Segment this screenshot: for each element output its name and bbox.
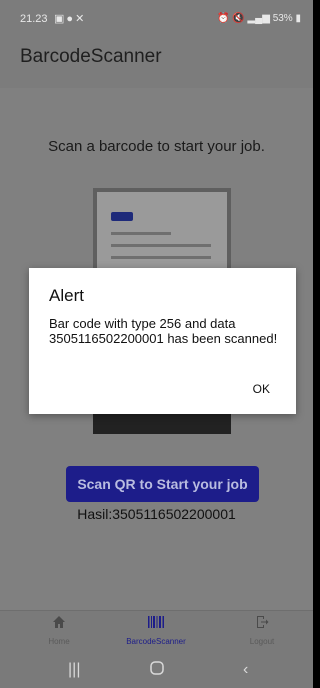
battery-percent: 53%	[272, 13, 293, 24]
bottom-navigation: Home BarcodeScanner Logout	[0, 610, 313, 655]
tab-home[interactable]: Home	[9, 615, 109, 646]
signal-icon: ▂▄▆	[247, 13, 270, 24]
status-time: 21.23	[20, 13, 48, 25]
x-icon: ✕	[75, 13, 87, 25]
tab-logout[interactable]: Logout	[212, 615, 312, 646]
barcode-icon	[106, 615, 206, 631]
app-header: BarcodeScanner	[0, 34, 313, 89]
recents-icon[interactable]: |||	[68, 661, 80, 679]
scan-qr-button[interactable]: Scan QR to Start your job	[66, 466, 259, 502]
tab-logout-label: Logout	[249, 637, 275, 646]
document-line	[111, 244, 211, 247]
document-line	[111, 232, 171, 235]
message-icon: ●	[66, 13, 76, 25]
back-icon[interactable]: ‹	[243, 661, 248, 679]
home-circle-icon[interactable]	[150, 661, 164, 680]
mute-icon: 🔇	[232, 13, 245, 24]
scan-result: Hasil:3505116502200001	[77, 506, 236, 522]
scan-prompt: Scan a barcode to start your job.	[48, 138, 265, 155]
status-bar: 21.23 ▣●✕ ⏰ 🔇 ▂▄▆ 53% ▮	[0, 0, 313, 34]
battery-icon: ▮	[295, 13, 301, 24]
dialog-message: Bar code with type 256 and data 35051165…	[49, 316, 278, 346]
system-navigation: ||| ‹	[0, 654, 313, 688]
gallery-icon: ▣	[54, 13, 67, 25]
document-logo	[111, 212, 133, 221]
alert-dialog: Alert Bar code with type 256 and data 35…	[29, 268, 296, 414]
tab-barcodescanner-label: BarcodeScanner	[126, 637, 186, 646]
document-line	[111, 256, 211, 259]
status-right: ⏰ 🔇 ▂▄▆ 53% ▮	[217, 13, 301, 24]
tab-home-label: Home	[48, 637, 70, 646]
app-title: BarcodeScanner	[20, 46, 162, 67]
app-screen: 21.23 ▣●✕ ⏰ 🔇 ▂▄▆ 53% ▮ BarcodeScanner S…	[0, 0, 313, 688]
logout-icon	[212, 615, 312, 631]
dialog-title: Alert	[49, 286, 84, 305]
alarm-icon: ⏰	[216, 13, 230, 24]
status-left-icons: ▣●✕	[54, 12, 86, 25]
ok-button[interactable]: OK	[253, 382, 270, 396]
tab-barcodescanner[interactable]: BarcodeScanner	[106, 615, 206, 646]
home-icon	[9, 615, 109, 631]
